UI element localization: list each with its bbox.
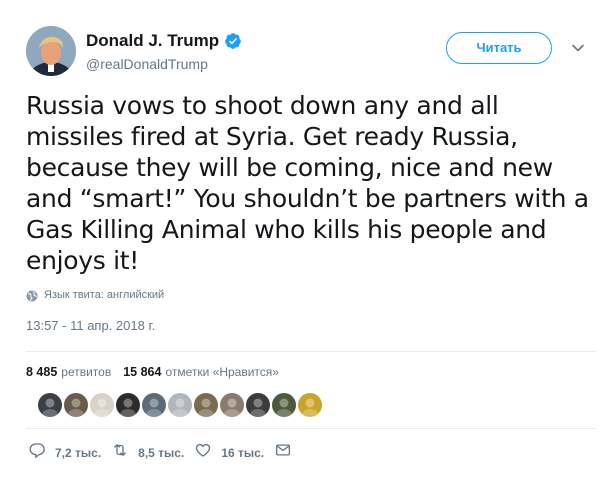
retweets-count: 8 485 [26,365,58,379]
heart-icon[interactable] [194,441,212,464]
retweet-action[interactable]: 8,5 тыс. [111,441,184,464]
follow-button[interactable]: Читать [446,32,552,64]
tweet-language-row: Язык твита: английский [26,289,164,302]
tweet-actions: 7,2 тыс. 8,5 тыс. 16 тыс. [28,441,302,464]
like-count: 16 тыс. [221,445,265,460]
liker-avatar-7[interactable] [194,393,218,417]
tweet-card: Donald J. Trump @realDonaldTrump Читать … [0,0,614,481]
likes-count: 15 864 [123,365,162,379]
divider-top [26,351,596,352]
tweet-header: Donald J. Trump @realDonaldTrump Читать [26,26,596,78]
retweets-stat[interactable]: 8 485 ретвитов [26,365,111,379]
divider-bottom [26,428,596,429]
verified-badge-icon [224,32,242,50]
envelope-icon[interactable] [274,441,292,464]
liker-avatars [38,393,324,417]
direct-message-action[interactable] [274,441,292,464]
liker-avatar-9[interactable] [246,393,270,417]
tweet-text: Russia vows to shoot down any and all mi… [26,91,589,275]
reply-count: 7,2 тыс. [55,445,102,460]
like-action[interactable]: 16 тыс. [194,441,264,464]
profile-avatar[interactable] [26,26,76,76]
tweet-stats: 8 485 ретвитов 15 864 отметки «Нравится» [26,365,291,379]
likes-stat[interactable]: 15 864 отметки «Нравится» [123,365,279,379]
chevron-down-icon[interactable] [570,40,586,56]
liker-avatar-6[interactable] [168,393,192,417]
reply-icon[interactable] [28,441,46,464]
liker-avatar-10[interactable] [272,393,296,417]
liker-avatar-2[interactable] [64,393,88,417]
liker-avatar-5[interactable] [142,393,166,417]
retweet-count: 8,5 тыс. [138,445,185,460]
reply-action[interactable]: 7,2 тыс. [28,441,101,464]
liker-avatar-3[interactable] [90,393,114,417]
author-info: Donald J. Trump @realDonaldTrump [86,30,242,72]
retweet-icon[interactable] [111,441,129,464]
liker-avatar-4[interactable] [116,393,140,417]
author-display-name[interactable]: Donald J. Trump [86,31,219,51]
author-handle[interactable]: @realDonaldTrump [86,56,242,72]
liker-avatar-8[interactable] [220,393,244,417]
liker-avatar-11[interactable] [298,393,322,417]
likes-label: отметки «Нравится» [165,365,279,379]
tweet-language-label[interactable]: Язык твита: английский [44,289,164,301]
retweets-label: ретвитов [61,365,112,379]
liker-avatar-1[interactable] [38,393,62,417]
tweet-timestamp[interactable]: 13:57 - 11 апр. 2018 г. [26,318,155,333]
globe-icon [26,289,38,302]
